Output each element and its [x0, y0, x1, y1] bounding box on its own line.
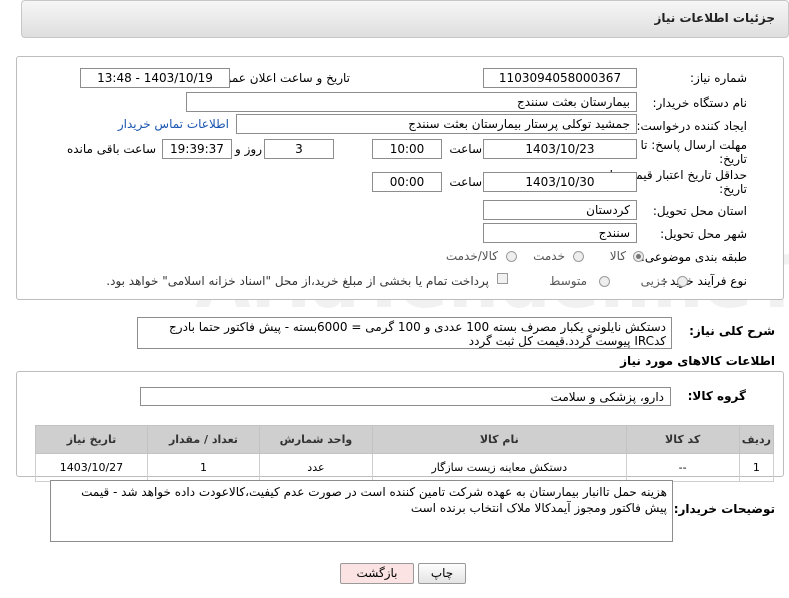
- process-option-medium: متوسط: [549, 274, 587, 288]
- process-radio-minor[interactable]: [677, 276, 688, 287]
- buyer-org-label: نام دستگاه خریدار:: [652, 96, 748, 110]
- treasury-payment-checkbox[interactable]: [497, 273, 508, 284]
- reply-deadline-label: مهلت ارسال پاسخ: تا: [640, 138, 747, 152]
- cell-date: 1403/10/27: [35, 453, 148, 482]
- reply-date-field: 1403/10/23: [483, 139, 637, 159]
- goods-section-title: اطلاعات کالاهای مورد نیاز: [620, 354, 775, 368]
- need-number-field: 1103094058000367: [483, 68, 637, 88]
- buyer-notes-label: توضیحات خریدار:: [673, 502, 775, 516]
- buyer-notes-textarea[interactable]: هزینه حمل تاانبار بیمارستان به عهده شرکت…: [50, 480, 673, 542]
- cell-row: 1: [738, 453, 775, 482]
- remaining-time-field: 19:39:37: [162, 139, 232, 159]
- buyer-org-field: بیمارستان بعثت سنندج: [186, 92, 637, 112]
- province-label: استان محل تحویل:: [652, 204, 747, 218]
- category-option-service: خدمت: [533, 249, 565, 263]
- days-field: 3: [264, 139, 334, 159]
- col-code: کد کالا: [625, 425, 740, 454]
- reply-time-field: 10:00: [372, 139, 442, 159]
- col-qty: تعداد / مقدار: [146, 425, 260, 454]
- category-radio-goods[interactable]: [633, 251, 644, 262]
- requester-label: ایجاد کننده درخواست:: [636, 119, 747, 133]
- days-label: روز و: [235, 142, 262, 156]
- summary-label: شرح کلی نیاز:: [689, 324, 775, 338]
- price-time-label: ساعت: [449, 175, 482, 189]
- page-title: جزئیات اطلاعات نیاز: [654, 11, 775, 25]
- goods-table: ردیف کد کالا نام کالا واحد شمارش تعداد /…: [35, 425, 775, 482]
- announce-field: 1403/10/19 - 13:48: [80, 68, 230, 88]
- col-date: تاریخ نیاز: [35, 425, 148, 454]
- city-label: شهر محل تحویل:: [660, 227, 747, 241]
- cell-code: --: [625, 453, 740, 482]
- process-option-minor: جزیی: [640, 274, 668, 288]
- col-row: ردیف: [738, 425, 775, 454]
- province-field: کردستان: [483, 200, 637, 220]
- col-name: نام کالا: [371, 425, 627, 454]
- cell-qty: 1: [146, 453, 260, 482]
- remaining-label: ساعت باقی مانده: [66, 142, 156, 156]
- category-label: طبقه بندی موضوعی:: [640, 250, 747, 264]
- goods-group-label: گروه کالا:: [687, 389, 746, 403]
- city-field: سنندج: [483, 223, 637, 243]
- table-row: 1 -- دستکش معاینه زیست سازگار عدد 1 1403…: [35, 453, 775, 482]
- cell-name: دستکش معاینه زیست سازگار: [371, 453, 627, 482]
- category-radio-service[interactable]: [573, 251, 584, 262]
- page-header: جزئیات اطلاعات نیاز: [21, 0, 789, 38]
- reply-time-label: ساعت: [449, 142, 482, 156]
- reply-deadline-label-2: تاریخ:: [719, 152, 747, 166]
- process-radio-medium[interactable]: [599, 276, 610, 287]
- print-button[interactable]: چاپ: [418, 563, 466, 584]
- requester-field: جمشید توکلی پرستار بیمارستان بعثت سنندج: [236, 114, 637, 134]
- buyer-contact-link[interactable]: اطلاعات تماس خریدار: [118, 117, 229, 131]
- process-label: نوع فرآیند خرید :: [662, 274, 747, 288]
- price-date-field: 1403/10/30: [483, 172, 637, 192]
- category-option-goods-service: کالا/خدمت: [445, 249, 498, 263]
- back-button[interactable]: بازگشت: [340, 563, 414, 584]
- col-unit: واحد شمارش: [258, 425, 373, 454]
- price-validity-label-2: تاریخ:: [719, 182, 747, 196]
- treasury-payment-note: پرداخت تمام یا بخشی از مبلغ خرید،از محل …: [106, 274, 489, 288]
- cell-unit: عدد: [258, 453, 373, 482]
- category-option-goods: کالا: [609, 249, 626, 263]
- need-number-label: شماره نیاز:: [690, 71, 747, 85]
- goods-table-header-row: ردیف کد کالا نام کالا واحد شمارش تعداد /…: [35, 425, 775, 454]
- goods-group-field: دارو، پزشکی و سلامت: [140, 387, 671, 406]
- category-radio-goods-service[interactable]: [506, 251, 517, 262]
- price-time-field: 00:00: [372, 172, 442, 192]
- summary-textarea[interactable]: دستکش نایلونی یکبار مصرف بسته 100 عددی و…: [137, 317, 672, 349]
